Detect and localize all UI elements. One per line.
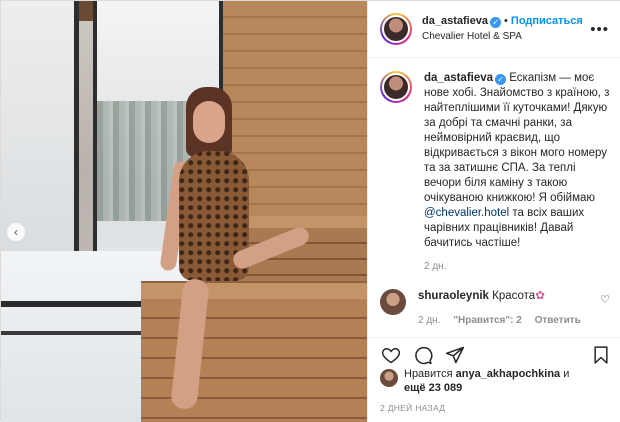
- previous-photo-button[interactable]: ‹: [7, 223, 25, 241]
- likes-prefix: Нравится: [404, 368, 456, 380]
- lower-bench: [141, 281, 367, 299]
- comment-item: shuraoleynik Красота✿ 2 дн. "Нравится": …: [380, 289, 610, 328]
- post-header-text: da_astafieva ✓ • Подписаться Chevalier Hote…: [422, 14, 583, 44]
- liker-avatar[interactable]: [380, 369, 398, 387]
- liker-username-link[interactable]: anya_akhapochkina: [456, 368, 561, 380]
- location-link[interactable]: Chevalier Hotel & SPA: [422, 29, 583, 44]
- caption-avatar-image: [382, 73, 410, 101]
- follow-button[interactable]: Подписаться: [511, 15, 583, 27]
- comment-line: shuraoleynik Красота✿: [418, 289, 591, 304]
- post-header: da_astafieva ✓ • Подписаться Chevalier Hote…: [368, 1, 620, 58]
- caption-time[interactable]: 2 дн.: [424, 259, 610, 274]
- person-face: [193, 101, 225, 143]
- save-button[interactable]: [590, 344, 612, 366]
- author-username-link[interactable]: da_astafieva: [422, 15, 488, 27]
- instagram-post: ‹ da_astafieva ✓ • Подписаться Chevalier Ho…: [0, 0, 620, 422]
- likes-summary: Нравится anya_akhapochkina и ещё 23 089: [380, 367, 616, 395]
- comment-bubble-icon: [415, 346, 433, 365]
- reply-button[interactable]: Ответить: [535, 315, 581, 326]
- like-button[interactable]: [380, 344, 402, 366]
- comment-time[interactable]: 2 дн.: [418, 315, 440, 326]
- caption-body-start: Ескапізм — моє нове хобі. Знайомство з к…: [424, 72, 610, 204]
- liker-avatar-image: [380, 369, 398, 387]
- verified-icon: ✓: [490, 17, 502, 28]
- comment-body: shuraoleynik Красота✿ 2 дн. "Нравится": …: [418, 289, 591, 328]
- comment-like-icon[interactable]: ♡: [600, 293, 610, 306]
- comments-section: da_astafieva ✓ Ескапізм — моє нове хобі. …: [368, 59, 620, 335]
- likes-count-link[interactable]: ещё 23 089: [404, 382, 462, 394]
- more-options-icon[interactable]: •••: [590, 21, 609, 38]
- railing-lower: [1, 331, 151, 335]
- posted-time[interactable]: 2 ДНЕЙ НАЗАД: [380, 403, 445, 413]
- caption-text: da_astafieva ✓ Ескапізм — моє нове хобі. …: [424, 71, 610, 274]
- likes-and: и: [560, 368, 570, 380]
- commenter-username-link[interactable]: shuraoleynik: [418, 290, 489, 302]
- share-button[interactable]: [444, 344, 466, 366]
- commenter-avatar[interactable]: [380, 289, 406, 315]
- flower-emoji-icon: ✿: [535, 290, 545, 302]
- header-line: da_astafieva ✓ • Подписаться: [422, 14, 583, 29]
- comment-meta: 2 дн. "Нравится": 2 Ответить: [418, 313, 591, 328]
- chevron-left-icon: ‹: [14, 225, 18, 239]
- bookmark-icon: [594, 346, 608, 364]
- author-avatar-image: [382, 15, 410, 43]
- comment-text: Красота: [492, 290, 536, 302]
- author-avatar[interactable]: [380, 13, 412, 45]
- comment-button[interactable]: [412, 344, 434, 366]
- comment-likes-count[interactable]: "Нравится": 2: [453, 315, 522, 326]
- commenter-avatar-image: [380, 289, 406, 315]
- post-sidebar: da_astafieva ✓ • Подписаться Chevalier Hote…: [367, 1, 620, 422]
- mention-link[interactable]: @chevalier.hotel: [424, 207, 509, 219]
- paper-plane-icon: [445, 346, 465, 364]
- caption-avatar[interactable]: [380, 71, 412, 103]
- caption-username-link[interactable]: da_astafieva: [424, 72, 493, 84]
- caption: da_astafieva ✓ Ескапізм — моє нове хобі. …: [380, 71, 610, 274]
- post-photo[interactable]: ‹: [1, 1, 367, 422]
- verified-icon: ✓: [495, 74, 507, 85]
- likes-text: Нравится anya_akhapochkina и ещё 23 089: [404, 367, 569, 395]
- heart-icon: [381, 347, 401, 364]
- action-bar: [368, 337, 620, 367]
- separator-dot: •: [504, 15, 508, 27]
